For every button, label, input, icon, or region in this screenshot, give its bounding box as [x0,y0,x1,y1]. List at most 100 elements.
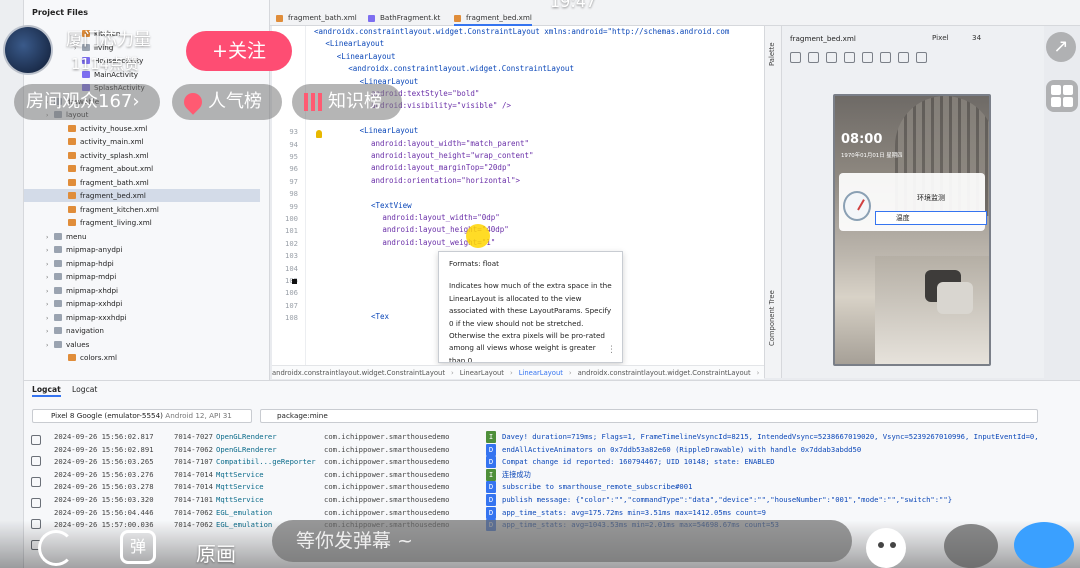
pause-icon[interactable] [31,456,41,466]
logcat-filter-input[interactable]: package:mine [260,409,1038,423]
tree-item[interactable]: fragment_about.xml [24,162,153,175]
tree-item[interactable]: fragment_living.xml [24,216,152,229]
palette-tab[interactable]: Palette [768,42,776,66]
editor-tab[interactable]: fragment_bed.xml [454,10,532,26]
xml-breadcrumb: androidx.constraintlayout.widget.Constra… [272,365,869,379]
breadcrumb-item[interactable]: LinearLayout [519,369,563,377]
room-viewers-pill[interactable]: 房间观众167› [14,84,160,120]
attributes-icon[interactable] [898,52,909,63]
pillow-light [937,282,973,314]
log-pid: 7014-7014 [174,482,213,492]
tree-item[interactable]: fragment_bath.xml [24,176,149,189]
log-pkg: com.ichippower.smarthousedemo [324,507,450,517]
orientation-icon[interactable] [826,52,837,63]
night-mode-icon[interactable] [844,52,855,63]
tree-item[interactable]: fragment_kitchen.xml [24,203,159,216]
zoom-icon[interactable] [862,52,873,63]
scroll-end-icon[interactable] [31,477,41,487]
api-selector[interactable]: 34 [972,33,981,42]
tree-item[interactable]: › mipmap-xxhdpi [24,297,122,310]
log-msg: 连接成功 [502,469,531,479]
tree-item[interactable]: colors.xml [24,351,117,364]
tree-item-label: menu [66,231,87,241]
log-ts: 2024-09-26 15:56:03.276 [54,469,154,479]
tree-item[interactable]: › navigation [24,324,104,337]
tree-item[interactable]: › mipmap-hdpi [24,257,114,270]
editor-tab[interactable]: fragment_bath.xml [276,10,357,26]
restart-icon[interactable] [31,498,41,508]
design-mode-icon[interactable] [790,52,801,63]
log-pkg: com.ichippower.smarthousedemo [324,495,450,504]
device-api: Android 12, API 31 [165,411,232,420]
ide-left-tool-stripe [0,0,24,568]
tree-item[interactable]: activity_main.xml [24,135,144,148]
grid-menu-icon[interactable] [1046,80,1078,112]
tree-item-label: fragment_bed.xml [80,191,146,200]
blueprint-icon[interactable] [808,52,819,63]
line-number: 101 [285,226,298,236]
device-selector[interactable]: Pixel [932,33,949,42]
log-msg: subscribe to smarthouse_remote_subscribe… [502,482,693,492]
tree-item-label: fragment_kitchen.xml [80,204,159,214]
rotate-icon[interactable] [38,530,74,566]
trash-icon[interactable] [31,435,41,445]
line-number: 103 [285,251,298,261]
code-line: android:layout_marginTop="20dp" [371,163,511,173]
log-pkg: com.ichippower.smarthousedemo [324,469,450,479]
follow-button[interactable]: +关注 [186,31,292,71]
log-msg: app_time_stats: avg=175.72ms min=3.51ms … [502,507,766,517]
project-panel-title: Project Files [32,8,88,17]
streamer-avatar[interactable] [3,25,53,75]
tree-item[interactable]: activity_splash.xml [24,149,149,162]
editor-tab[interactable]: BathFragment.kt [368,10,440,26]
refresh-icon[interactable] [880,52,891,63]
share-icon[interactable]: ↗ [1046,32,1076,62]
tree-item[interactable]: › mipmap-anydpi [24,243,122,256]
popularity-rank-pill[interactable]: 人气榜 [172,84,282,120]
log-msg: endAllActiveAnimators on 0x7ddb53a82e60 … [502,444,862,454]
viewers-label: 房间观众167 [26,91,133,112]
logcat-tab-2[interactable]: Logcat [72,385,97,394]
log-pid: 7014-7027 [174,432,213,441]
streamer-name[interactable]: 厦门芯力量 [66,25,151,50]
log-pkg: com.ichippower.smarthousedemo [324,482,450,492]
temperature-textview[interactable]: 温度 [875,211,987,225]
chevron-icon: › [46,314,49,322]
breadcrumb-item[interactable]: LinearLayout [460,369,504,377]
component-tree-tab[interactable]: Component Tree [768,290,776,346]
log-ts: 2024-09-26 15:56:03.278 [54,482,154,492]
breadcrumb-separator: › [451,369,454,377]
screen-icon[interactable] [916,52,927,63]
lightbulb-icon[interactable] [316,130,322,138]
more-apps-icon[interactable] [944,524,998,568]
tree-item[interactable]: › mipmap-xxxhdpi [24,311,127,324]
breadcrumb-item[interactable]: androidx.constraintlayout.widget.Constra… [272,369,445,377]
danmaku-input[interactable]: 等你发弹幕 ~ [272,520,852,562]
documentation-tooltip: Formats: float Indicates how much of the… [438,251,623,363]
line-number-gutter: 9394959697989910010110210310410510610710… [272,26,306,378]
logcat-device-select[interactable]: Pixel 8 Google (emulator-5554) Android 1… [32,409,252,423]
popularity-rank-label: 人气榜 [208,91,262,112]
danmaku-toggle-button[interactable]: 弹 [120,530,156,564]
gift-icon[interactable] [1014,522,1074,568]
logcat-tab-1[interactable]: Logcat [32,385,61,397]
tree-item[interactable]: › mipmap-mdpi [24,270,116,283]
emoji-icon[interactable] [866,528,906,568]
breadcrumb-item[interactable]: androidx.constraintlayout.widget.Constra… [578,369,751,377]
more-options-icon[interactable]: ⋮ [607,344,616,356]
log-pid: 7014-7107 [174,457,213,467]
tree-item[interactable]: › mipmap-xhdpi [24,284,118,297]
log-pkg: com.ichippower.smarthousedemo [324,457,450,467]
line-number: 100 [285,214,298,223]
folder-icon [54,286,62,294]
knowledge-rank-pill[interactable]: 知识榜 [292,84,402,120]
tree-item[interactable]: activity_house.xml [24,122,147,135]
line-number: 97 [289,176,298,186]
chevron-right-icon: › [132,91,140,112]
tree-item[interactable]: › menu [24,230,87,243]
tree-item[interactable]: › values [24,338,89,351]
xml-file-icon [68,354,76,361]
tree-item[interactable]: fragment_bed.xml [24,189,260,202]
log-tag: Compatibil...geReporter [216,457,316,467]
quality-button[interactable]: 原画 [196,538,236,567]
